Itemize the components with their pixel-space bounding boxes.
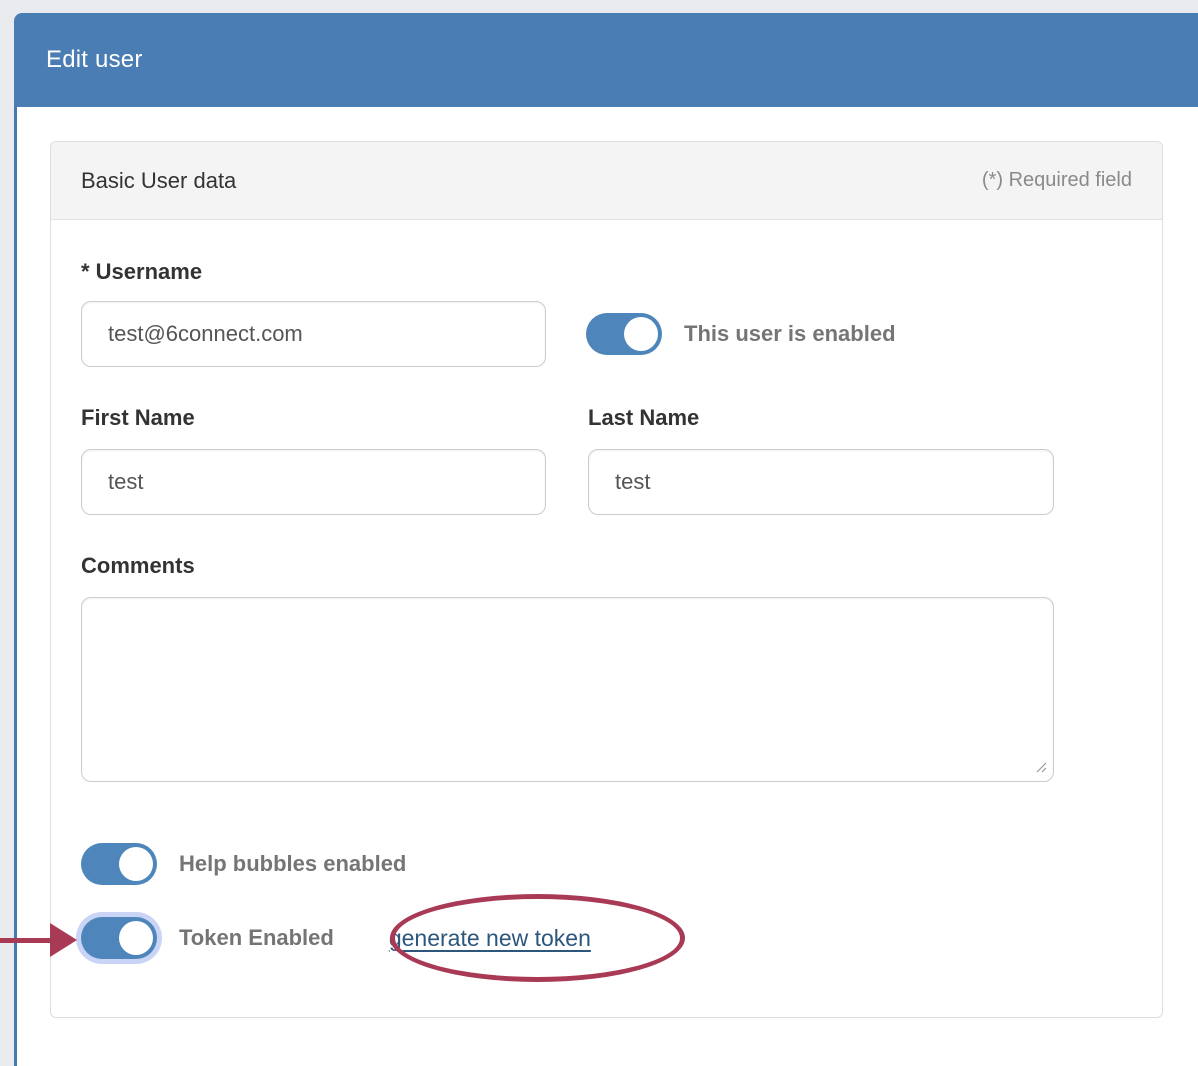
page: Edit user Basic User data (*) Required f… xyxy=(0,0,1198,1066)
help-bubbles-toggle[interactable] xyxy=(81,843,157,885)
last-name-input[interactable] xyxy=(588,449,1054,515)
toggle-knob xyxy=(119,921,153,955)
panel-header: Basic User data (*) Required field xyxy=(51,142,1162,220)
edit-user-dialog: Edit user Basic User data (*) Required f… xyxy=(14,13,1198,1066)
required-field-note: (*) Required field xyxy=(982,169,1132,192)
dialog-header: Edit user xyxy=(14,13,1198,107)
name-fields-row: First Name Last Name xyxy=(81,405,1132,515)
user-enabled-toggle[interactable] xyxy=(586,313,662,355)
comments-label: Comments xyxy=(81,553,1132,579)
comments-textarea[interactable] xyxy=(81,597,1054,782)
page-title: Edit user xyxy=(46,46,143,74)
toggle-knob xyxy=(119,847,153,881)
first-name-group: First Name xyxy=(81,405,546,515)
token-enabled-label: Token Enabled xyxy=(179,925,334,951)
user-enabled-label: This user is enabled xyxy=(684,321,896,347)
dialog-body: Basic User data (*) Required field * Use… xyxy=(14,107,1198,1066)
last-name-group: Last Name xyxy=(588,405,1054,515)
panel-title: Basic User data xyxy=(81,168,236,194)
help-bubbles-row: Help bubbles enabled xyxy=(81,843,1132,885)
toggle-knob xyxy=(624,317,658,351)
first-name-input[interactable] xyxy=(81,449,546,515)
basic-user-data-panel: Basic User data (*) Required field * Use… xyxy=(50,141,1163,1018)
help-bubbles-label: Help bubbles enabled xyxy=(179,851,406,877)
panel-body: * Username This user is enabled First Na… xyxy=(51,220,1162,959)
username-row: This user is enabled xyxy=(81,301,1132,367)
token-enabled-toggle[interactable] xyxy=(81,917,157,959)
first-name-label: First Name xyxy=(81,405,546,431)
username-input[interactable] xyxy=(81,301,546,367)
comments-wrap xyxy=(81,597,1054,782)
generate-new-token-link[interactable]: generate new token xyxy=(389,925,591,952)
last-name-label: Last Name xyxy=(588,405,1054,431)
username-label: * Username xyxy=(81,259,1132,285)
token-enabled-row: Token Enabled generate new token xyxy=(81,917,1132,959)
